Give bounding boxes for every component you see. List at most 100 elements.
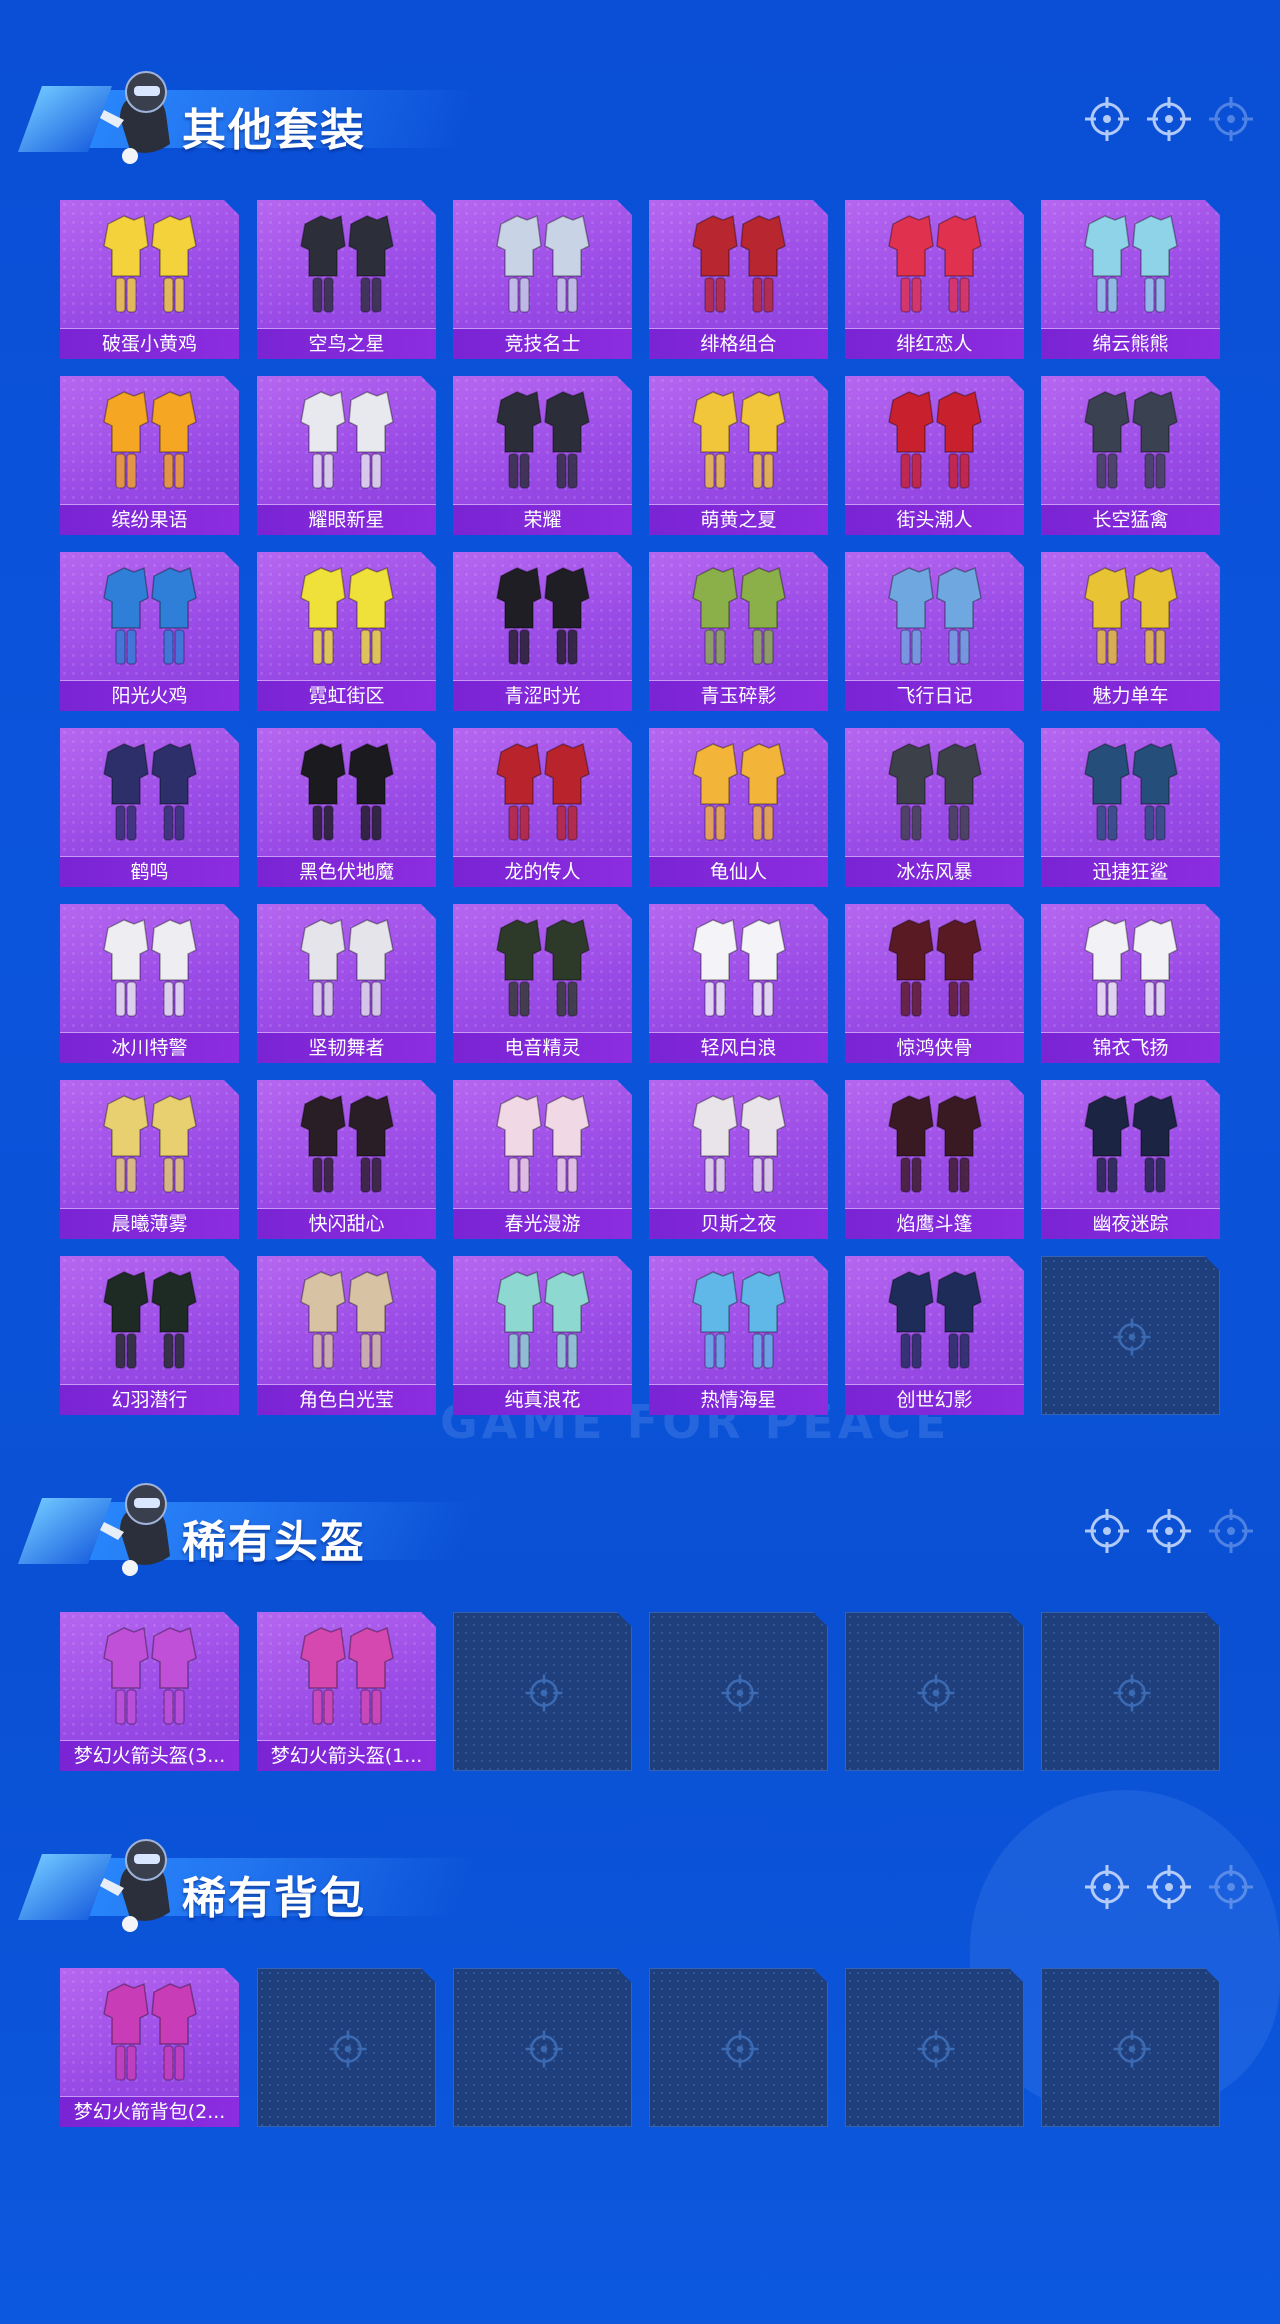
mascot-icon bbox=[90, 1470, 190, 1580]
item-label-bar: 锦衣飞扬 bbox=[1041, 1032, 1220, 1063]
item-label-bar: 萌黄之夏 bbox=[649, 504, 828, 535]
item-card[interactable]: 飞行日记 bbox=[845, 552, 1024, 711]
item-card[interactable]: 绯红恋人 bbox=[845, 200, 1024, 359]
item-label: 街头潮人 bbox=[896, 509, 973, 531]
item-card[interactable]: 创世幻影 bbox=[845, 1256, 1024, 1415]
item-card[interactable]: 龙的传人 bbox=[453, 728, 632, 887]
item-image bbox=[287, 382, 407, 498]
section-title: 稀有头盔 bbox=[182, 1517, 366, 1568]
item-image bbox=[90, 1618, 210, 1734]
item-card[interactable]: 萌黄之夏 bbox=[649, 376, 828, 535]
item-label: 缤纷果语 bbox=[111, 509, 188, 531]
item-card[interactable]: 纯真浪花 bbox=[453, 1256, 632, 1415]
item-card[interactable]: 惊鸿侠骨 bbox=[845, 904, 1024, 1063]
crosshair-icon bbox=[1144, 94, 1194, 144]
empty-slot bbox=[845, 1968, 1024, 2127]
item-card[interactable]: 冰川特警 bbox=[60, 904, 239, 1063]
item-card[interactable]: 长空猛禽 bbox=[1041, 376, 1220, 535]
crosshair-icon bbox=[327, 2028, 369, 2070]
item-card[interactable]: 竞技名士 bbox=[453, 200, 632, 359]
item-image bbox=[679, 382, 799, 498]
item-label: 竞技名士 bbox=[504, 333, 581, 355]
item-card[interactable]: 春光漫游 bbox=[453, 1080, 632, 1239]
item-label: 晨曦薄雾 bbox=[111, 1213, 188, 1235]
item-card[interactable]: 迅捷狂鲨 bbox=[1041, 728, 1220, 887]
item-card[interactable]: 龟仙人 bbox=[649, 728, 828, 887]
item-image bbox=[287, 558, 407, 674]
item-card[interactable]: 幻羽潜行 bbox=[60, 1256, 239, 1415]
empty-slot bbox=[1041, 1968, 1220, 2127]
decorative-targets bbox=[1082, 1506, 1272, 1556]
item-label: 幽夜迷踪 bbox=[1092, 1213, 1169, 1235]
item-label-bar: 绯格组合 bbox=[649, 328, 828, 359]
item-card[interactable]: 坚韧舞者 bbox=[257, 904, 436, 1063]
item-card[interactable]: 电音精灵 bbox=[453, 904, 632, 1063]
item-label: 长空猛禽 bbox=[1092, 509, 1169, 531]
item-card[interactable]: 梦幻火箭头盔(3... bbox=[60, 1612, 239, 1771]
item-label-bar: 青涩时光 bbox=[453, 680, 632, 711]
item-label: 惊鸿侠骨 bbox=[896, 1037, 973, 1059]
item-card[interactable]: 鹤鸣 bbox=[60, 728, 239, 887]
item-label-bar: 绯红恋人 bbox=[845, 328, 1024, 359]
crosshair-icon bbox=[915, 1672, 957, 1714]
item-label-bar: 黑色伏地魔 bbox=[257, 856, 436, 887]
item-label: 青玉碎影 bbox=[700, 685, 777, 707]
item-card[interactable]: 晨曦薄雾 bbox=[60, 1080, 239, 1239]
item-card[interactable]: 青玉碎影 bbox=[649, 552, 828, 711]
mascot-icon bbox=[90, 58, 190, 168]
item-card[interactable]: 冰冻风暴 bbox=[845, 728, 1024, 887]
item-card[interactable]: 梦幻火箭背包(2... bbox=[60, 1968, 239, 2127]
item-image bbox=[1071, 1086, 1191, 1202]
item-card[interactable]: 荣耀 bbox=[453, 376, 632, 535]
item-label: 锦衣飞扬 bbox=[1092, 1037, 1169, 1059]
crosshair-icon bbox=[1144, 1506, 1194, 1556]
item-label: 破蛋小黄鸡 bbox=[101, 333, 197, 355]
section-header: 其他套装 bbox=[17, 58, 479, 170]
item-card[interactable]: 空鸟之星 bbox=[257, 200, 436, 359]
item-label: 鹤鸣 bbox=[130, 861, 169, 883]
item-card[interactable]: 缤纷果语 bbox=[60, 376, 239, 535]
item-label-bar: 焰鹰斗篷 bbox=[845, 1208, 1024, 1239]
item-image bbox=[1071, 558, 1191, 674]
item-label-bar: 缤纷果语 bbox=[60, 504, 239, 535]
item-card[interactable]: 快闪甜心 bbox=[257, 1080, 436, 1239]
item-card[interactable]: 阳光火鸡 bbox=[60, 552, 239, 711]
item-label: 梦幻火箭头盔(1... bbox=[270, 1745, 423, 1767]
item-card[interactable]: 魅力单车 bbox=[1041, 552, 1220, 711]
empty-slot bbox=[257, 1968, 436, 2127]
item-image bbox=[1071, 382, 1191, 498]
item-label: 荣耀 bbox=[523, 509, 562, 531]
item-label-bar: 晨曦薄雾 bbox=[60, 1208, 239, 1239]
item-card[interactable]: 耀眼新星 bbox=[257, 376, 436, 535]
crosshair-icon bbox=[1082, 1862, 1132, 1912]
item-card[interactable]: 焰鹰斗篷 bbox=[845, 1080, 1024, 1239]
item-image bbox=[875, 1262, 995, 1378]
item-card[interactable]: 贝斯之夜 bbox=[649, 1080, 828, 1239]
item-image bbox=[483, 910, 603, 1026]
item-card[interactable]: 绯格组合 bbox=[649, 200, 828, 359]
item-card[interactable]: 绵云熊熊 bbox=[1041, 200, 1220, 359]
item-card[interactable]: 街头潮人 bbox=[845, 376, 1024, 535]
item-card[interactable]: 角色白光莹 bbox=[257, 1256, 436, 1415]
item-image bbox=[1071, 910, 1191, 1026]
item-card[interactable]: 破蛋小黄鸡 bbox=[60, 200, 239, 359]
item-card[interactable]: 幽夜迷踪 bbox=[1041, 1080, 1220, 1239]
item-label: 黑色伏地魔 bbox=[298, 861, 394, 883]
item-label: 幻羽潜行 bbox=[111, 1389, 188, 1411]
item-card[interactable]: 锦衣飞扬 bbox=[1041, 904, 1220, 1063]
item-label: 冰川特警 bbox=[111, 1037, 188, 1059]
item-card[interactable]: 梦幻火箭头盔(1... bbox=[257, 1612, 436, 1771]
item-card[interactable]: 轻风白浪 bbox=[649, 904, 828, 1063]
item-card[interactable]: 黑色伏地魔 bbox=[257, 728, 436, 887]
item-card[interactable]: 热情海星 bbox=[649, 1256, 828, 1415]
item-label-bar: 梦幻火箭背包(2... bbox=[60, 2096, 239, 2127]
item-image bbox=[483, 382, 603, 498]
section-header: 稀有头盔 bbox=[17, 1470, 479, 1582]
item-card[interactable]: 青涩时光 bbox=[453, 552, 632, 711]
item-card[interactable]: 霓虹街区 bbox=[257, 552, 436, 711]
item-label: 霓虹街区 bbox=[308, 685, 385, 707]
item-label: 绯格组合 bbox=[700, 333, 777, 355]
mascot-icon bbox=[90, 1826, 190, 1936]
item-label-bar: 街头潮人 bbox=[845, 504, 1024, 535]
empty-slot bbox=[845, 1612, 1024, 1771]
